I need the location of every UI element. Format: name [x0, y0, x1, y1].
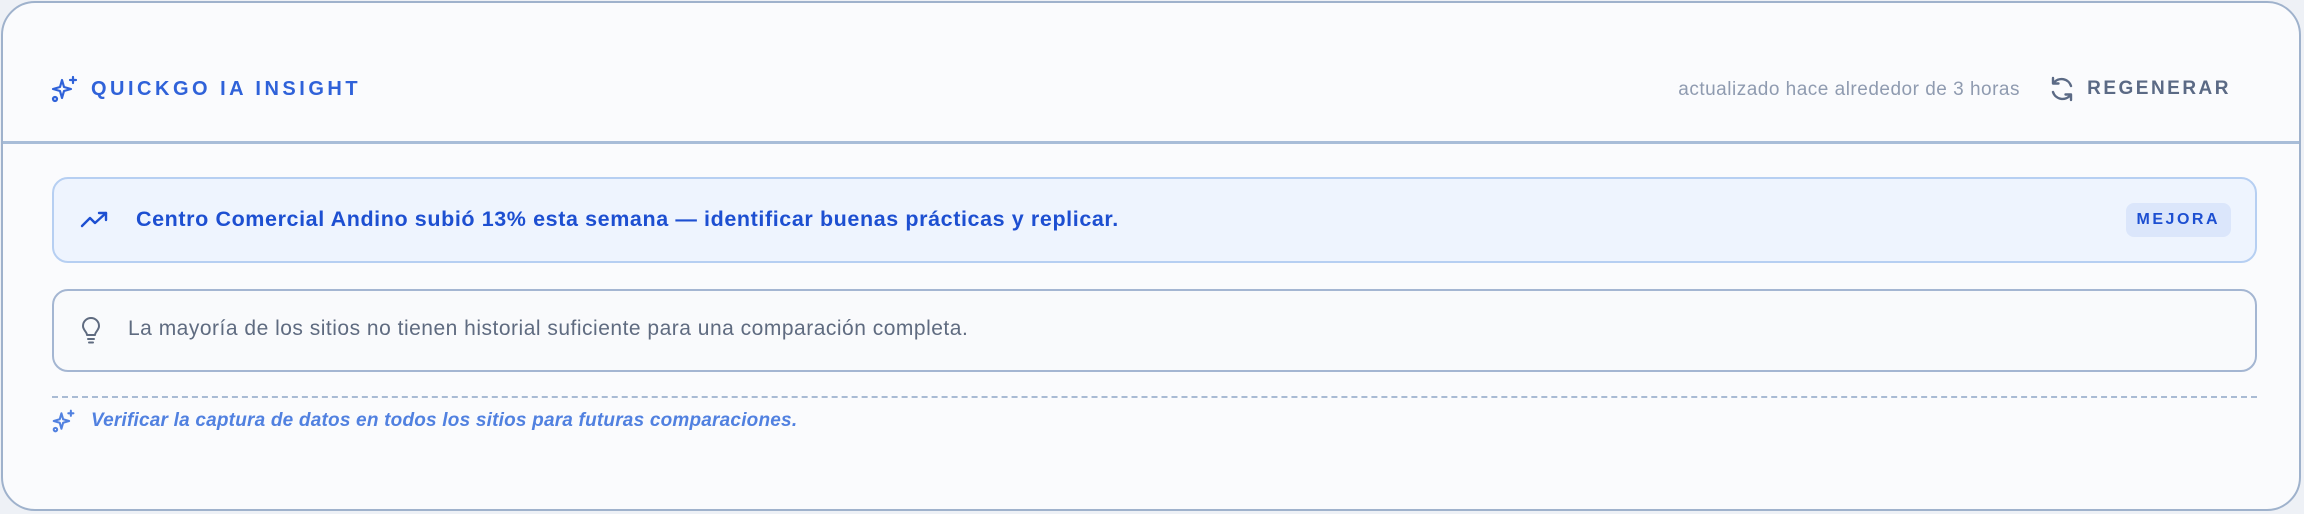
- card-header: QUICKGO IA INSIGHT actualizado hace alre…: [3, 3, 2299, 144]
- brand: QUICKGO IA INSIGHT: [51, 75, 361, 103]
- recommendation: Verificar la captura de datos en todos l…: [52, 409, 797, 433]
- regenerate-button[interactable]: REGENERAR: [2047, 74, 2231, 104]
- regenerate-label: REGENERAR: [2087, 78, 2231, 99]
- insight-card: QUICKGO IA INSIGHT actualizado hace alre…: [1, 1, 2301, 511]
- brand-label: QUICKGO IA INSIGHT: [91, 77, 362, 100]
- refresh-icon: [2047, 74, 2077, 104]
- insight-text: Centro Comercial Andino subió 13% esta s…: [136, 207, 1119, 231]
- dashed-divider: [52, 396, 2257, 398]
- note-text: La mayoría de los sitios no tienen histo…: [128, 317, 969, 340]
- recommendation-text: Verificar la captura de datos en todos l…: [91, 410, 798, 431]
- updated-timestamp: actualizado hace alrededor de 3 horas: [1678, 79, 2020, 100]
- note-callout: La mayoría de los sitios no tienen histo…: [52, 289, 2257, 372]
- sparkles-icon: [51, 75, 79, 103]
- lightbulb-icon: [79, 317, 103, 345]
- insight-callout: Centro Comercial Andino subió 13% esta s…: [52, 177, 2257, 263]
- status-badge: MEJORA: [2125, 203, 2231, 237]
- trending-up-icon: [80, 209, 110, 231]
- sparkles-icon: [52, 409, 76, 433]
